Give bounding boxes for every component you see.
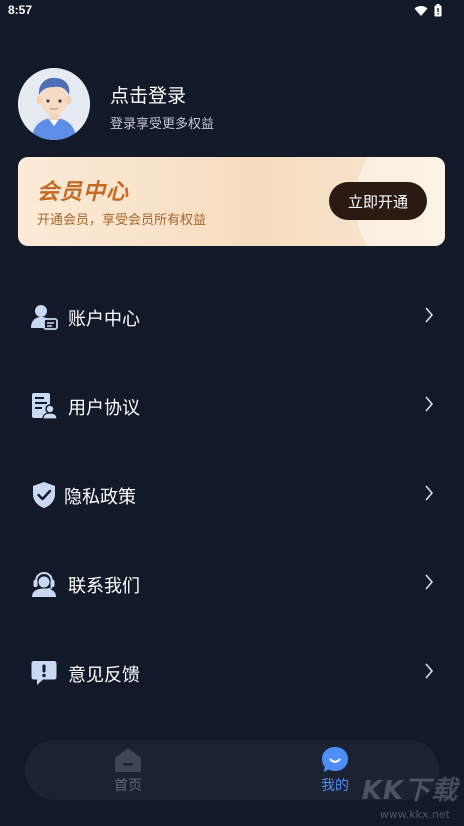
chevron-right-icon — [425, 307, 434, 323]
feedback-icon — [31, 661, 57, 685]
menu-label-user-agreement: 用户协议 — [68, 398, 140, 419]
status-icons — [414, 4, 442, 17]
wifi-icon — [414, 5, 428, 16]
menu-label-contact-us: 联系我们 — [68, 576, 140, 597]
status-bar: 8:57 — [0, 0, 464, 22]
smile-icon — [322, 747, 348, 772]
watermark-logo: KK下载 — [361, 776, 458, 806]
vip-center-card[interactable]: 会员中心 开通会员，享受会员所有权益 立即开通 — [18, 157, 445, 246]
menu-item-contact-us[interactable]: 联系我们 — [0, 539, 464, 627]
chevron-right-icon — [425, 396, 434, 412]
menu-label-feedback: 意见反馈 — [68, 665, 140, 686]
avatar-icon — [18, 68, 90, 140]
chevron-right-icon — [425, 574, 434, 590]
agreement-icon — [32, 393, 58, 420]
status-time: 8:57 — [8, 3, 33, 17]
watermark-url: www.kkx.net — [379, 808, 450, 821]
tab-label-home: 首页 — [114, 778, 142, 794]
open-vip-button[interactable]: 立即开通 — [329, 182, 427, 220]
account-icon — [31, 305, 58, 330]
battery-icon — [434, 4, 442, 17]
chevron-right-icon — [425, 663, 434, 679]
menu-item-feedback[interactable]: 意见反馈 — [0, 628, 464, 716]
menu-item-user-agreement[interactable]: 用户协议 — [0, 361, 464, 449]
vip-subtitle: 开通会员，享受会员所有权益 — [37, 213, 207, 228]
profile-header[interactable]: 点击登录 登录享受更多权益 — [18, 68, 438, 142]
vip-title: 会员中心 — [37, 180, 130, 205]
headset-icon — [32, 571, 56, 597]
login-subtitle: 登录享受更多权益 — [110, 117, 215, 132]
tab-home[interactable]: 首页 — [88, 746, 168, 796]
avatar[interactable] — [18, 68, 90, 140]
shield-icon — [33, 482, 55, 508]
login-prompt[interactable]: 点击登录 — [110, 81, 186, 108]
menu-label-account: 账户中心 — [68, 309, 140, 330]
menu-item-privacy-policy[interactable]: 隐私政策 — [0, 450, 464, 538]
chevron-right-icon — [425, 485, 434, 501]
home-icon — [115, 748, 141, 772]
menu-item-account[interactable]: 账户中心 — [0, 272, 464, 360]
menu-label-privacy-policy: 隐私政策 — [64, 487, 136, 508]
